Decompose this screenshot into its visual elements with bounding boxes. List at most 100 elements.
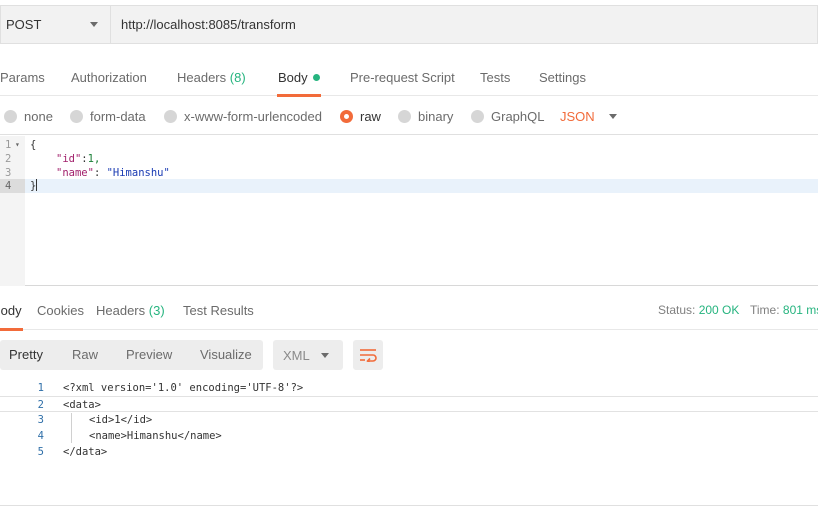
code-text: </data>: [63, 446, 108, 458]
method-label: POST: [6, 17, 42, 32]
view-pretty[interactable]: Pretty: [9, 340, 43, 370]
tab-label: Tests: [480, 70, 511, 85]
modified-dot-icon: [312, 74, 320, 81]
code-text: }: [30, 179, 38, 193]
tab-settings[interactable]: Settings: [539, 59, 586, 96]
radio-circle-icon: [164, 109, 177, 123]
code-text: {: [30, 139, 37, 151]
view-label: Raw: [72, 347, 99, 362]
radio-label: form-data: [90, 108, 146, 124]
tab-pre-request-script[interactable]: Pre-request Script: [350, 59, 455, 96]
tab-label: Body: [278, 70, 308, 85]
tab-label: Authorization: [71, 70, 147, 85]
wrap-lines-icon: [360, 349, 377, 362]
code-text: <?xml version='1.0' encoding='UTF-8'?>: [63, 382, 304, 394]
tab-tests[interactable]: Tests: [480, 59, 510, 96]
radio-circle-icon: [4, 109, 17, 123]
response-tabs: Body Cookies Headers (3) Test Results St…: [0, 294, 818, 331]
radio-label: GraphQL: [491, 108, 545, 124]
body-type-options: none form-data x-www-form-urlencoded raw…: [0, 97, 818, 135]
radio-binary[interactable]: binary: [398, 97, 453, 135]
line-number: 3: [5, 167, 12, 179]
request-bar: POST http://localhost:8085/transform: [0, 5, 818, 44]
radio-circle-icon: [340, 109, 353, 123]
fold-arrow-icon[interactable]: ▾: [15, 138, 20, 152]
radio-circle-icon: [70, 109, 83, 123]
view-visualize[interactable]: Visualize: [200, 340, 252, 370]
tab-label: Headers: [177, 70, 227, 85]
language-label: JSON: [560, 108, 595, 124]
radio-raw[interactable]: raw: [340, 97, 381, 135]
radio-label: binary: [418, 108, 454, 124]
tab-cookies[interactable]: Cookies: [37, 294, 84, 330]
time-indicator: Time: 801 ms: [750, 294, 818, 328]
response-line: 4 <name>Himanshu</name>: [0, 428, 818, 444]
chevron-down-icon: [321, 353, 329, 358]
line-number: 5: [37, 446, 44, 458]
tab-authorization[interactable]: Authorization: [71, 59, 147, 96]
code-line: 1 ▾ {: [0, 138, 818, 152]
view-preview[interactable]: Preview: [126, 340, 172, 370]
tab-label: Params: [0, 70, 45, 85]
view-label: Pretty: [9, 347, 43, 362]
response-format-select[interactable]: XML: [273, 340, 343, 370]
view-label: Preview: [126, 347, 173, 362]
tab-body[interactable]: Body: [277, 59, 321, 97]
radio-form-data[interactable]: form-data: [70, 97, 146, 135]
code-line: 2 "id":1,: [0, 152, 818, 166]
line-number: 2: [5, 153, 12, 165]
divider: [0, 505, 818, 506]
radio-graphql[interactable]: GraphQL: [471, 97, 544, 135]
view-raw[interactable]: Raw: [72, 340, 98, 370]
radio-none[interactable]: none: [4, 97, 53, 135]
line-number: 4: [0, 179, 25, 193]
radio-label: x-www-form-urlencoded: [184, 108, 322, 124]
json-value: "Himanshu": [106, 167, 170, 179]
tab-label: Pre-request Script: [350, 70, 455, 85]
response-line-current: 2 <data>: [0, 396, 818, 412]
tab-label: Body: [0, 303, 22, 318]
response-line: 5 </data>: [0, 444, 818, 460]
status-label: Status:: [658, 303, 696, 317]
radio-label: none: [24, 108, 53, 124]
status-value[interactable]: 200 OK: [699, 303, 740, 317]
indent-guide: [71, 413, 72, 443]
time-label: Time:: [750, 303, 780, 317]
code-text: "id":1,: [56, 153, 101, 165]
view-label: Visualize: [200, 347, 252, 362]
tab-label: Headers: [96, 303, 146, 318]
url-input[interactable]: http://localhost:8085/transform: [110, 5, 818, 44]
tab-test-results[interactable]: Test Results: [183, 294, 254, 330]
time-value[interactable]: 801 ms: [783, 303, 818, 317]
line-number: 3: [37, 414, 44, 426]
line-number: 1: [37, 382, 44, 394]
radio-circle-icon: [398, 109, 411, 123]
response-line: 3 <id>1</id>: [0, 412, 818, 428]
code-text: <data>: [63, 399, 101, 411]
response-line: 1 <?xml version='1.0' encoding='UTF-8'?>: [0, 380, 818, 396]
json-value: 1,: [87, 153, 101, 165]
json-key: "id": [56, 153, 82, 165]
tab-response-body[interactable]: Body: [0, 294, 23, 331]
tab-label: Cookies: [37, 303, 84, 318]
tab-response-headers[interactable]: Headers (3): [96, 294, 165, 330]
request-body-editor[interactable]: 1 ▾ { 2 "id":1, 3 "name": "Himanshu" 4 }: [0, 136, 818, 286]
tab-headers[interactable]: Headers (8): [177, 59, 246, 96]
format-label: XML: [283, 347, 310, 363]
raw-language-select[interactable]: JSON: [560, 97, 617, 135]
headers-count: (3): [148, 303, 165, 318]
method-select[interactable]: POST: [0, 5, 110, 44]
request-tabs: Params Authorization Headers (8) Body Pr…: [0, 59, 818, 97]
tab-label: Test Results: [183, 303, 254, 318]
tab-params[interactable]: Params: [0, 59, 45, 96]
radio-label: raw: [360, 108, 381, 124]
line-number: 2: [37, 399, 44, 411]
chevron-down-icon: [608, 113, 617, 119]
tab-label: Settings: [539, 70, 586, 85]
code-text: <name>Himanshu</name>: [89, 430, 222, 442]
code-line-current: 4 }: [0, 179, 818, 193]
wrap-lines-button[interactable]: [353, 340, 383, 370]
text-cursor: [36, 179, 38, 191]
headers-count: (8): [229, 70, 246, 85]
radio-x-www-form-urlencoded[interactable]: x-www-form-urlencoded: [164, 97, 322, 135]
